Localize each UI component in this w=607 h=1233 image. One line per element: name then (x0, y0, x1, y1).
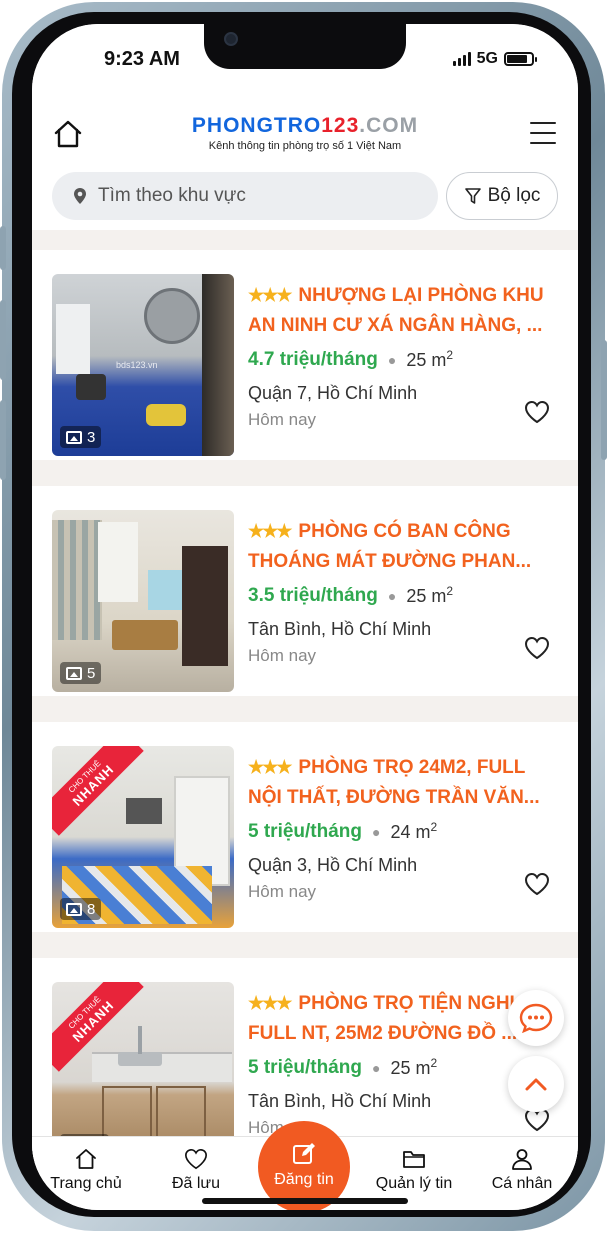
photo-count: 8 (87, 900, 96, 918)
separator-dot: ● (372, 1059, 381, 1076)
filter-label: Bộ lọc (487, 185, 541, 206)
search-bar: Tìm theo khu vực Bộ lọc (32, 164, 578, 230)
nav-home-label: Trang chủ (50, 1175, 122, 1192)
heart-icon (185, 1148, 207, 1170)
notch (204, 24, 406, 69)
listing-location: Quận 7, Hồ Chí Minh (248, 383, 418, 403)
power-button (601, 340, 607, 460)
listing-title-text: PHÒNG CÓ BAN CÔNG THOÁNG MÁT ĐƯỜNG PHAN.… (248, 521, 532, 572)
logo-text-123: 123 (321, 114, 360, 137)
listing-area: 25 m2 (406, 348, 454, 370)
volume-down-button (0, 400, 6, 480)
listing-photo[interactable]: bds123.vn 3 (52, 274, 234, 456)
listing-time: Hôm nay (248, 646, 317, 665)
nav-manage[interactable]: Quản lý tin (364, 1147, 464, 1193)
listing-location: Tân Bình, Hồ Chí Minh (248, 619, 432, 639)
site-logo[interactable]: PHONGTRO123.COM Kênh thông tin phòng trọ… (32, 114, 578, 152)
logo-text-com: .COM (359, 114, 419, 137)
post-listing-label: Đăng tin (274, 1171, 334, 1188)
image-icon (66, 902, 82, 916)
mute-switch (0, 226, 6, 270)
listing-title[interactable]: ★★★ PHÒNG TRỌ 24M2, FULL NỘI THẤT, ĐƯỜNG … (248, 752, 558, 812)
photo-count-badge: 8 (60, 898, 102, 920)
listing-title-text: PHÒNG TRỌ 24M2, FULL NỘI THẤT, ĐƯỜNG TRẦ… (248, 757, 540, 808)
listing-photo[interactable]: 5 (52, 510, 234, 692)
star-rating-icon: ★★★ (248, 521, 292, 541)
photo-watermark: bds123.vn (116, 360, 158, 370)
app-header: PHONGTRO123.COM Kênh thông tin phòng trọ… (32, 96, 578, 164)
screen: 9:23 AM 5G PHONGTRO123.COM Kênh thông ti… (32, 24, 578, 1210)
status-time: 9:23 AM (104, 48, 180, 70)
photo-count-badge: 3 (60, 426, 102, 448)
user-icon (512, 1149, 532, 1170)
listing-card[interactable]: CHO THUÊ NHANH 8 ★★★ PHÒNG TRỌ 24M2, FULL… (32, 722, 578, 932)
listing-time: Hôm nay (248, 882, 317, 901)
scroll-top-button[interactable] (508, 1056, 564, 1112)
image-icon (66, 666, 82, 680)
nav-home[interactable]: Trang chủ (36, 1147, 136, 1193)
search-input[interactable]: Tìm theo khu vực (52, 172, 438, 220)
star-rating-icon: ★★★ (248, 285, 292, 305)
listing-photo[interactable]: CHO THUÊ NHANH 8 (52, 746, 234, 928)
heart-icon[interactable] (524, 872, 550, 896)
home-icon (76, 1149, 96, 1169)
status-icons: 5G (452, 50, 537, 68)
battery-icon (504, 52, 537, 66)
nav-profile-label: Cá nhân (491, 1175, 553, 1192)
signal-icon (452, 52, 471, 66)
image-icon (66, 430, 82, 444)
volume-up-button (0, 300, 6, 380)
listing-price: 5 triệu/tháng (248, 1056, 363, 1078)
hamburger-menu-icon[interactable] (530, 122, 556, 144)
edit-icon (293, 1143, 315, 1164)
home-indicator (202, 1198, 408, 1204)
filter-icon (464, 188, 481, 204)
listing-area: 25 m2 (390, 1056, 438, 1078)
post-listing-button[interactable]: Đăng tin (258, 1121, 350, 1210)
photo-count-badge: 5 (60, 662, 102, 684)
star-rating-icon: ★★★ (248, 993, 292, 1013)
listing-title-text: NHƯỢNG LẠI PHÒNG KHU AN NINH CƯ XÁ NGÂN … (248, 285, 544, 336)
photo-count: 3 (87, 428, 96, 446)
chat-button[interactable] (508, 990, 564, 1046)
separator-dot: ● (387, 351, 397, 368)
photo-count: 5 (87, 664, 96, 682)
location-pin-icon (74, 188, 86, 204)
logo-tagline: Kênh thông tin phòng trọ số 1 Việt Nam (208, 140, 402, 152)
network-label: 5G (476, 50, 498, 67)
nav-manage-label: Quản lý tin (375, 1175, 453, 1192)
listing-card[interactable]: bds123.vn 3 ★★★ NHƯỢNG LẠI PHÒNG KHU AN N… (32, 250, 578, 460)
chevron-up-icon (525, 1078, 547, 1091)
separator-dot: ● (387, 587, 397, 604)
listing-area: 24 m2 (390, 820, 438, 842)
nav-saved[interactable]: Đã lưu (146, 1147, 246, 1193)
star-rating-icon: ★★★ (248, 757, 292, 777)
listing-time: Hôm nay (248, 410, 317, 429)
heart-icon[interactable] (524, 400, 550, 424)
heart-icon[interactable] (524, 636, 550, 660)
separator-dot: ● (372, 823, 381, 840)
listing-title[interactable]: ★★★ PHÒNG CÓ BAN CÔNG THOÁNG MÁT ĐƯỜNG PH… (248, 516, 558, 576)
search-placeholder: Tìm theo khu vực (98, 185, 246, 206)
folder-icon (403, 1151, 425, 1168)
listing-title[interactable]: ★★★ NHƯỢNG LẠI PHÒNG KHU AN NINH CƯ XÁ NG… (248, 280, 558, 340)
logo-text-phongtro: PHONGTRO (191, 114, 322, 137)
listing-location: Quận 3, Hồ Chí Minh (248, 855, 418, 875)
front-camera (224, 32, 238, 46)
filter-button[interactable]: Bộ lọc (446, 172, 558, 220)
listing-area: 25 m2 (406, 584, 454, 606)
listing-price: 4.7 triệu/tháng (248, 348, 378, 370)
chat-bubble-icon (519, 1003, 553, 1033)
nav-saved-label: Đã lưu (171, 1175, 221, 1192)
nav-profile[interactable]: Cá nhân (472, 1147, 572, 1193)
listing-price: 5 triệu/tháng (248, 820, 363, 842)
listing-card[interactable]: 5 ★★★ PHÒNG CÓ BAN CÔNG THOÁNG MÁT ĐƯỜNG … (32, 486, 578, 696)
listing-price: 3.5 triệu/tháng (248, 584, 378, 606)
